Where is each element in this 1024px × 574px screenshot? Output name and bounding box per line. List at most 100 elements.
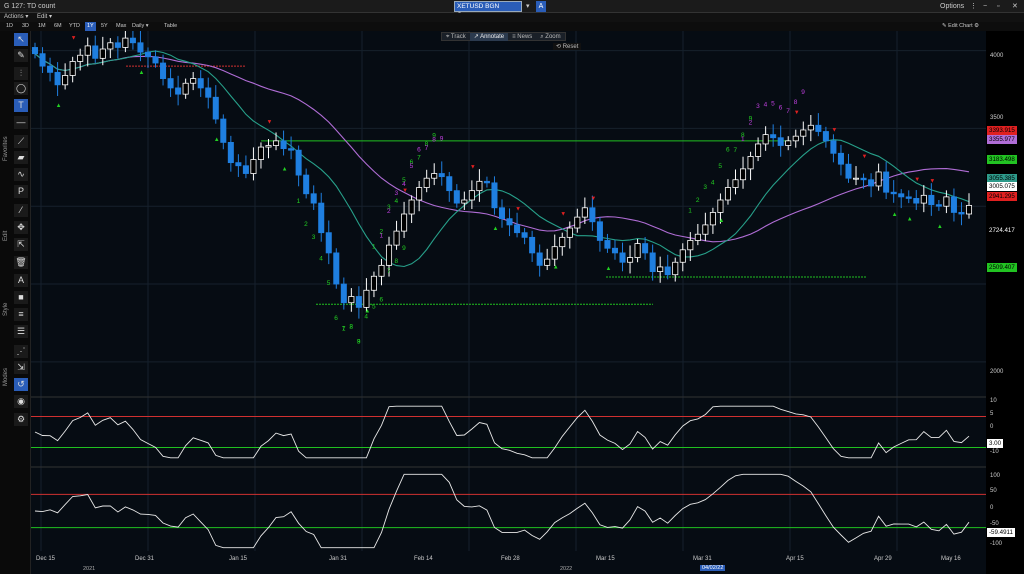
range-5y[interactable]: 5Y xyxy=(99,22,110,31)
range-1d[interactable]: 1D xyxy=(4,22,15,31)
polyline-tool-icon[interactable]: ∿ xyxy=(14,168,28,181)
candle-down xyxy=(868,179,875,187)
brush-tool-icon[interactable]: ⁄ xyxy=(14,204,28,217)
candle-down xyxy=(506,218,513,226)
font-style-icon[interactable]: A xyxy=(14,274,28,287)
fill-color-icon[interactable]: ■ xyxy=(14,291,28,304)
hline-tool-icon[interactable]: — xyxy=(14,116,28,129)
minimize-icon[interactable]: − xyxy=(983,0,987,13)
price-chart[interactable]: 1234567 891 23456789123456789123456 78 91234… xyxy=(31,31,986,574)
more-icon[interactable]: ⋮ xyxy=(970,0,977,13)
maximize-icon[interactable]: ▫ xyxy=(997,0,999,13)
price-label-support: 2509.407 xyxy=(987,263,1017,272)
candle-down xyxy=(649,252,656,272)
range-6m[interactable]: 6M xyxy=(52,22,64,31)
range-3d[interactable]: 3D xyxy=(20,22,31,31)
edit-chart-button[interactable]: ✎ Edit Chart ⚙ xyxy=(942,22,979,31)
ticker-badge-button[interactable]: A xyxy=(536,1,546,12)
candle-down xyxy=(830,140,837,154)
candle-up xyxy=(69,61,76,76)
color-palette-icon[interactable]: ◉ xyxy=(14,395,28,408)
options-menu[interactable]: Options xyxy=(940,0,964,13)
buy-arrow-icon: ▲ xyxy=(364,308,370,314)
menu-bar: Actions ▾ Edit ▾ xyxy=(0,13,1024,22)
candle-up xyxy=(717,199,724,213)
td-count-label: 5 xyxy=(771,101,775,108)
candle-down xyxy=(205,87,212,98)
sync-mode-icon[interactable]: ↺ xyxy=(14,378,28,391)
frequency-dropdown[interactable]: Daily ▾ xyxy=(130,22,151,31)
td-count-label: 6 xyxy=(379,296,383,303)
candle-down xyxy=(144,51,151,58)
candle-up xyxy=(920,194,927,204)
range-1y[interactable]: 1Y xyxy=(85,22,96,31)
candle-tool-icon[interactable]: ⫶ xyxy=(14,67,28,80)
sell-arrow-icon: ▼ xyxy=(71,35,77,41)
candle-up xyxy=(182,82,189,95)
candle-up xyxy=(551,246,558,260)
close-icon[interactable]: ✕ xyxy=(1012,0,1018,13)
pitchfork-tool-icon[interactable]: P xyxy=(14,185,28,198)
line-width-icon[interactable]: ≡ xyxy=(14,308,28,321)
td-count-label: 1 xyxy=(688,207,692,214)
move-tool-icon[interactable]: ✥ xyxy=(14,221,28,234)
chart-area[interactable]: 1234567891234567891234567891234567891234… xyxy=(31,31,986,574)
trash-icon[interactable]: 🗑 xyxy=(14,256,28,269)
x-tick-label: Feb 14 xyxy=(414,556,433,562)
magnet-mode-icon[interactable]: ⋰ xyxy=(14,345,28,358)
range-max[interactable]: Max xyxy=(114,22,128,31)
osc1-value-label: 3.00 xyxy=(987,439,1004,448)
x-tick-label: Apr 15 xyxy=(786,556,804,562)
price-label-ma-slow: 3355.977 xyxy=(987,135,1017,144)
buy-arrow-icon: ▲ xyxy=(214,137,220,143)
buy-arrow-icon: ▲ xyxy=(553,265,559,271)
candle-down xyxy=(175,87,182,95)
reset-button[interactable]: ⟲ Reset xyxy=(553,43,582,50)
channel-tool-icon[interactable]: ▰ xyxy=(14,151,28,164)
settings-gear-icon[interactable]: ⚙ xyxy=(14,413,28,426)
table-button[interactable]: Table xyxy=(162,22,179,31)
ticker-dropdown-icon[interactable]: ▾ xyxy=(526,0,530,13)
price-label-red-bottom: 2941.295 xyxy=(987,192,1017,201)
pointer-tool-icon[interactable]: ↖ xyxy=(14,33,28,46)
candle-down xyxy=(114,42,121,48)
osc2-tick: -100 xyxy=(990,541,1003,547)
candle-up xyxy=(273,140,280,146)
candle-down xyxy=(340,283,347,304)
track-button[interactable]: ⌖ Track xyxy=(442,33,470,41)
candle-down xyxy=(325,232,332,254)
pencil-tool-icon[interactable]: ✎ xyxy=(14,49,28,62)
td-count-label: 6 xyxy=(417,147,421,154)
candle-down xyxy=(235,162,242,167)
candle-up xyxy=(747,156,754,170)
osc1-tick: 0 xyxy=(990,424,994,430)
td-count-label: 2 xyxy=(387,208,391,215)
candle-down xyxy=(890,191,897,195)
actions-menu[interactable]: Actions ▾ xyxy=(4,13,28,22)
ticker-input[interactable]: XETUSD BGN Curncy xyxy=(454,1,522,19)
candle-up xyxy=(348,296,355,304)
trendline-tool-icon[interactable]: ⟋ xyxy=(14,135,28,148)
range-1m[interactable]: 1M xyxy=(36,22,48,31)
y-tick-label: 4000 xyxy=(990,53,1004,59)
window-title: G 127: TD count xyxy=(4,3,56,10)
cursor-mode-icon[interactable]: ⇲ xyxy=(14,361,28,374)
annotate-button[interactable]: ↗ Annotate xyxy=(469,33,509,41)
line-style-icon[interactable]: ☰ xyxy=(14,325,28,338)
candle-down xyxy=(227,142,234,164)
candle-down xyxy=(619,252,626,263)
select-tool-icon[interactable]: ⇱ xyxy=(14,238,28,251)
text-tool-icon[interactable]: T xyxy=(14,99,28,112)
candle-down xyxy=(355,296,362,308)
edit-menu[interactable]: Edit ▾ xyxy=(37,13,52,22)
range-ytd[interactable]: YTD xyxy=(67,22,82,31)
buy-arrow-icon: ▲ xyxy=(56,103,62,109)
candle-up xyxy=(190,78,197,84)
cursor-date-label: 04/02/22 xyxy=(700,565,726,571)
zoom-button[interactable]: ⌕ Zoom xyxy=(536,33,564,41)
osc2-tick: 0 xyxy=(990,505,994,511)
ellipse-tool-icon[interactable]: ◯ xyxy=(14,82,28,95)
candle-up xyxy=(702,224,709,235)
x-tick-label: May 16 xyxy=(941,556,961,562)
news-button[interactable]: ≡ News xyxy=(508,33,536,41)
